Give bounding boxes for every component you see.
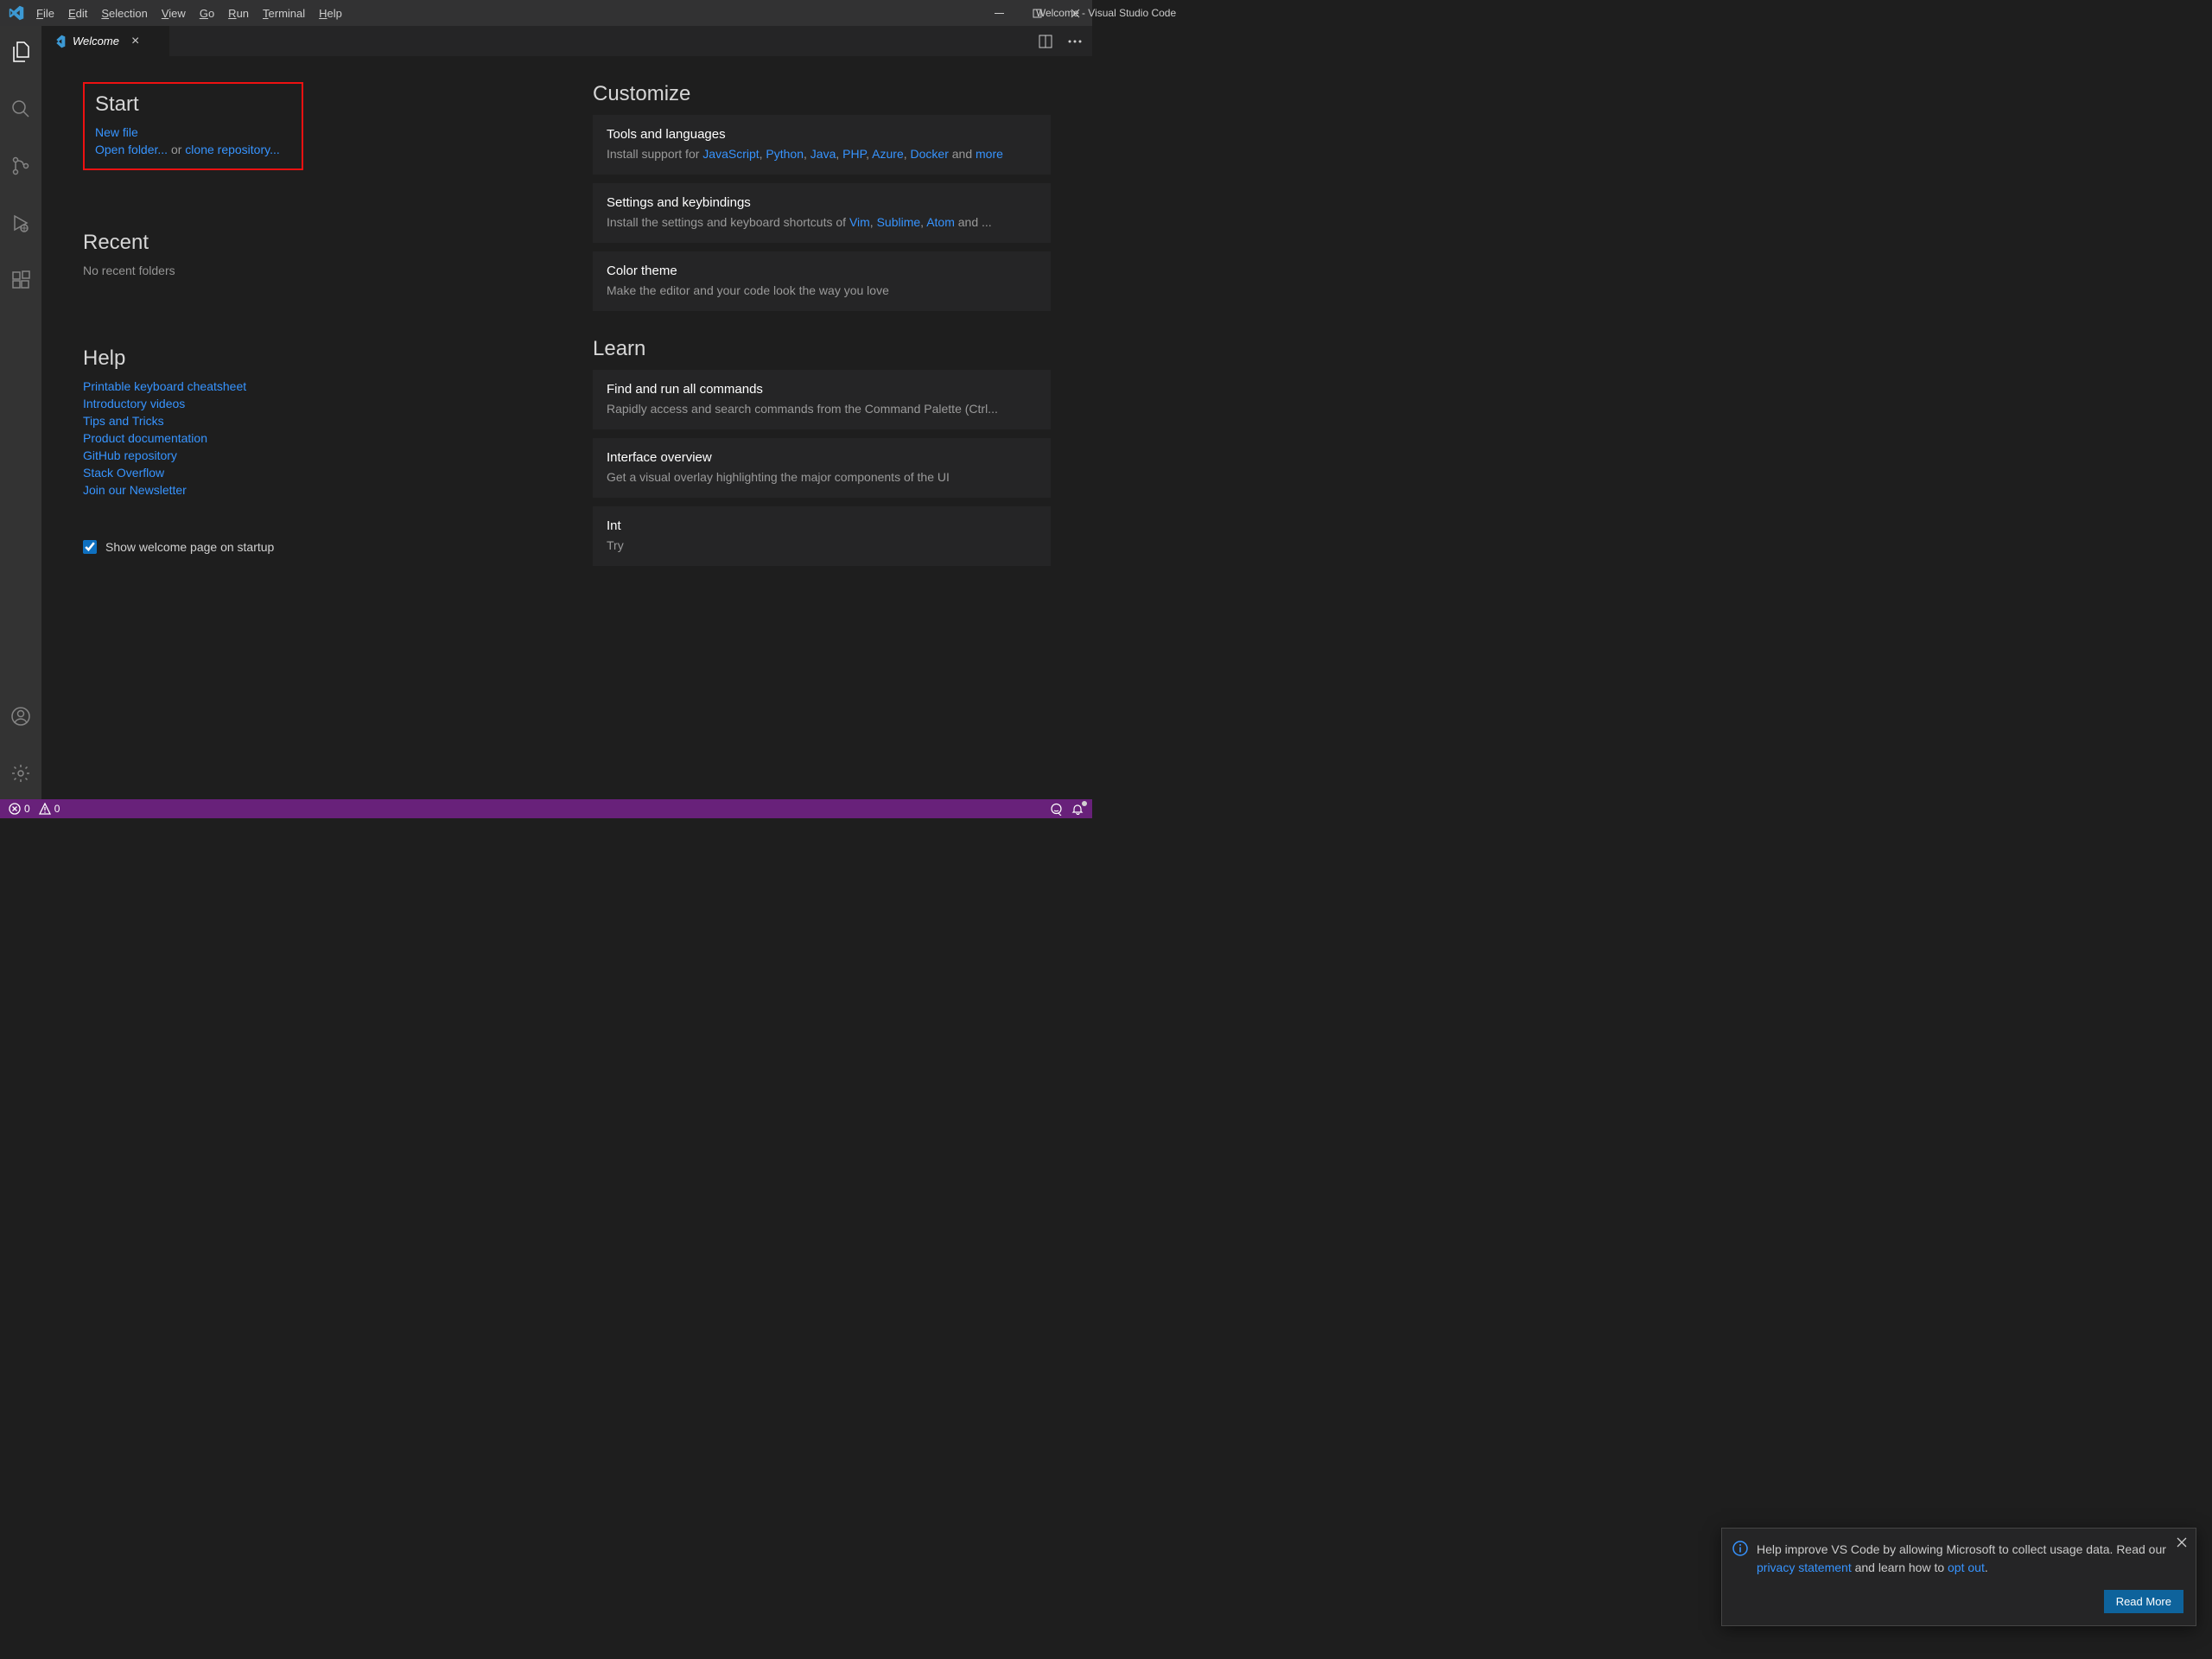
help-link-newsletter[interactable]: Join our Newsletter	[83, 483, 558, 497]
new-file-link[interactable]: New file	[95, 125, 138, 139]
run-debug-icon[interactable]	[0, 202, 41, 244]
recent-heading: Recent	[83, 231, 558, 255]
status-errors[interactable]: 0	[9, 803, 30, 815]
notification-toast: Help improve VS Code by allowing Microso…	[1721, 1528, 2196, 1626]
lang-java[interactable]: Java	[810, 147, 836, 161]
more-actions-icon[interactable]	[1068, 40, 1082, 43]
start-section-highlight: Start New file Open folder... or clone r…	[83, 82, 303, 170]
card-title: Color theme	[607, 264, 1037, 278]
help-link-cheatsheet[interactable]: Printable keyboard cheatsheet	[83, 379, 558, 393]
card-desc: Make the editor and your code look the w…	[607, 283, 1037, 297]
help-link-videos[interactable]: Introductory videos	[83, 397, 558, 410]
menu-edit[interactable]: Edit	[61, 3, 94, 23]
help-link-docs[interactable]: Product documentation	[83, 431, 558, 445]
card-color-theme[interactable]: Color theme Make the editor and your cod…	[593, 251, 1051, 311]
help-link-tips[interactable]: Tips and Tricks	[83, 414, 558, 428]
card-interface-overview[interactable]: Interface overview Get a visual overlay …	[593, 438, 1051, 498]
card-title: Find and run all commands	[607, 382, 1037, 397]
explorer-icon[interactable]	[0, 31, 41, 73]
status-warnings[interactable]: 0	[39, 803, 60, 815]
extensions-icon[interactable]	[0, 259, 41, 301]
source-control-icon[interactable]	[0, 145, 41, 187]
card-desc: Try	[607, 538, 1037, 552]
tab-label: Welcome	[73, 35, 119, 48]
card-title: Settings and keybindings	[607, 195, 1037, 210]
split-editor-icon[interactable]	[1039, 35, 1052, 48]
keymap-sublime[interactable]: Sublime	[877, 215, 921, 229]
lang-azure[interactable]: Azure	[872, 147, 904, 161]
vscode-logo-icon	[52, 35, 66, 48]
menu-file[interactable]: File	[29, 3, 61, 23]
account-icon[interactable]	[0, 696, 41, 737]
menu-selection[interactable]: Selection	[94, 3, 154, 23]
show-welcome-checkbox[interactable]	[83, 540, 97, 554]
card-find-run-commands[interactable]: Find and run all commands Rapidly access…	[593, 370, 1051, 429]
card-playground[interactable]: Int Try	[593, 506, 1051, 566]
menu-terminal[interactable]: Terminal	[256, 3, 312, 23]
learn-heading: Learn	[593, 337, 1051, 361]
help-heading: Help	[83, 346, 558, 371]
keymap-vim[interactable]: Vim	[849, 215, 870, 229]
no-recent-text: No recent folders	[83, 264, 558, 277]
window-title: Welcome - Visual Studio Code	[1036, 7, 1176, 19]
clone-repository-link[interactable]: clone repository...	[185, 143, 279, 156]
card-tools-languages[interactable]: Tools and languages Install support for …	[593, 115, 1051, 175]
card-desc: Install support for JavaScript, Python, …	[607, 147, 1037, 161]
open-folder-link[interactable]: Open folder...	[95, 143, 168, 156]
card-title: Interface overview	[607, 450, 1037, 465]
notification-text: Help improve VS Code by allowing Microso…	[1757, 1541, 2183, 1576]
help-link-github[interactable]: GitHub repository	[83, 448, 558, 462]
settings-gear-icon[interactable]	[0, 753, 41, 794]
notification-dot-icon	[1082, 801, 1087, 806]
search-icon[interactable]	[0, 88, 41, 130]
customize-heading: Customize	[593, 82, 1051, 106]
card-desc: Get a visual overlay highlighting the ma…	[607, 470, 1037, 484]
lang-python[interactable]: Python	[766, 147, 804, 161]
opt-out-link[interactable]: opt out	[1948, 1560, 1985, 1574]
card-settings-keybindings[interactable]: Settings and keybindings Install the set…	[593, 183, 1051, 243]
notification-close-icon[interactable]	[2177, 1537, 2187, 1548]
card-desc: Rapidly access and search commands from …	[607, 402, 1037, 416]
help-link-stackoverflow[interactable]: Stack Overflow	[83, 466, 558, 480]
help-links-list: Printable keyboard cheatsheet Introducto…	[83, 379, 558, 497]
card-desc: Install the settings and keyboard shortc…	[607, 215, 1037, 229]
card-title: Tools and languages	[607, 127, 1037, 142]
vscode-logo	[9, 5, 24, 21]
keymap-atom[interactable]: Atom	[926, 215, 955, 229]
menu-help[interactable]: Help	[312, 3, 349, 23]
info-icon	[1732, 1541, 1748, 1556]
read-more-button[interactable]: Read More	[2104, 1590, 2183, 1613]
menu-go[interactable]: Go	[193, 3, 221, 23]
tab-welcome[interactable]: Welcome ×	[41, 26, 169, 56]
start-heading: Start	[95, 92, 291, 117]
lang-php[interactable]: PHP	[842, 147, 866, 161]
lang-js[interactable]: JavaScript	[702, 147, 759, 161]
lang-more[interactable]: more	[976, 147, 1003, 161]
feedback-icon[interactable]	[1050, 803, 1063, 816]
notifications-bell-icon[interactable]	[1071, 803, 1084, 815]
minimize-icon[interactable]	[988, 3, 1009, 23]
show-welcome-label: Show welcome page on startup	[105, 540, 274, 554]
card-title: Int	[607, 518, 1037, 533]
lang-docker[interactable]: Docker	[911, 147, 949, 161]
menu-run[interactable]: Run	[221, 3, 256, 23]
menu-view[interactable]: View	[155, 3, 193, 23]
tab-close-icon[interactable]: ×	[131, 34, 139, 49]
privacy-statement-link[interactable]: privacy statement	[1757, 1560, 1852, 1574]
